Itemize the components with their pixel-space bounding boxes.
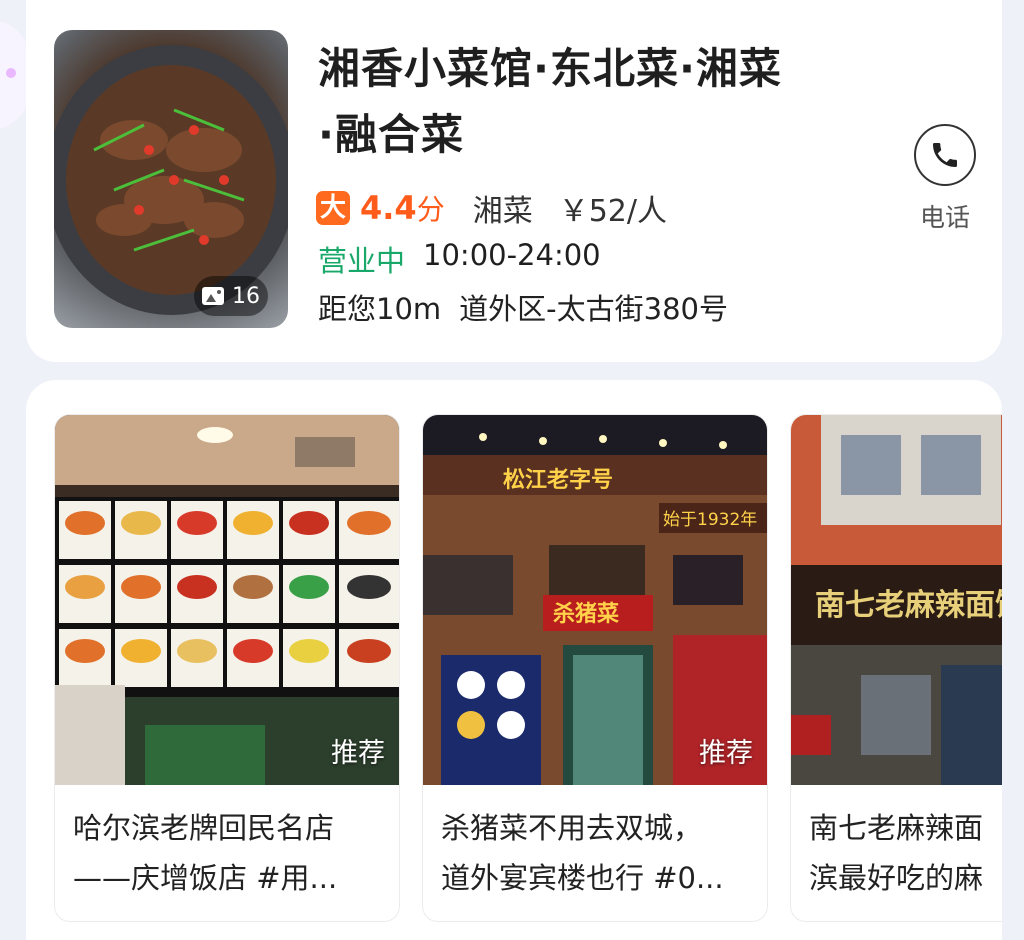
rec2-sign-name: 杀猪菜 <box>553 601 619 627</box>
recommendation-item[interactable]: 推荐 哈尔滨老牌回民名店 ——庆增饭店 #用... <box>54 414 400 922</box>
phone-icon <box>914 124 976 186</box>
recommendation-title: 南七老麻辣面 滨最好吃的麻 <box>809 811 984 895</box>
recommendation-section: 推荐 哈尔滨老牌回民名店 ——庆增饭店 #用... 松江老字号 始于1932年 … <box>26 380 1002 940</box>
rating-score: 4.4 <box>360 189 417 227</box>
rec3-sign: 南七老麻辣面馆 <box>815 588 1002 623</box>
rating-logo-icon: 大 <box>316 191 350 225</box>
recommendation-image <box>55 415 399 785</box>
open-status: 营业中 <box>318 244 406 278</box>
rating-row: 大 4.4 分 湘菜 ￥52/人 <box>316 186 667 230</box>
recommendation-title: 杀猪菜不用去双城， 道外宴宾楼也行 #0... <box>441 811 724 895</box>
recommendation-image: 南七老麻辣面馆 <box>791 415 1002 785</box>
recommendation-item[interactable]: 南七老麻辣面馆 南七老麻辣面 滨最好吃的麻 <box>790 414 1002 922</box>
phone-button[interactable]: 电话 <box>910 124 980 234</box>
cuisine-type: 湘菜 <box>472 194 533 229</box>
address-row[interactable]: 距您10m 道外区-太古街380号 <box>318 286 728 328</box>
opening-hours: 10:00-24:00 <box>423 238 601 272</box>
photo-count-value: 16 <box>232 283 260 309</box>
address: 道外区-太古街380号 <box>459 292 728 326</box>
shop-cover-photo[interactable]: 16 <box>54 30 288 328</box>
phone-label: 电话 <box>919 203 970 232</box>
recommendation-title: 哈尔滨老牌回民名店 ——庆增饭店 #用... <box>73 811 338 895</box>
business-hours-row: 营业中 10:00-24:00 <box>318 238 601 280</box>
recommend-tag: 推荐 <box>699 738 753 769</box>
average-price: ￥52/人 <box>558 194 667 229</box>
rec2-sign-year: 始于1932年 <box>663 510 757 530</box>
rec2-sign-top: 松江老字号 <box>503 467 613 493</box>
shop-name-line2: ·融合菜 <box>318 110 464 159</box>
photo-count-badge[interactable]: 16 <box>194 276 268 316</box>
distance: 距您10m <box>318 292 442 326</box>
shop-info-card: 16 湘香小菜馆·东北菜·湘菜 ·融合菜 大 4.4 分 湘菜 ￥52/人 营业… <box>26 0 1002 362</box>
photo-icon <box>202 287 224 305</box>
recommendation-item[interactable]: 松江老字号 始于1932年 杀猪菜 推荐 杀猪菜不用去双城， 道外宴宾楼也行 #… <box>422 414 768 922</box>
rating-unit: 分 <box>416 193 445 226</box>
shop-name: 湘香小菜馆·东北菜·湘菜 ·融合菜 <box>318 36 878 168</box>
recommend-tag: 推荐 <box>331 738 385 769</box>
shop-name-line1: 湘香小菜馆·东北菜·湘菜 <box>318 44 782 93</box>
recommendation-image: 松江老字号 始于1932年 杀猪菜 <box>423 415 767 785</box>
